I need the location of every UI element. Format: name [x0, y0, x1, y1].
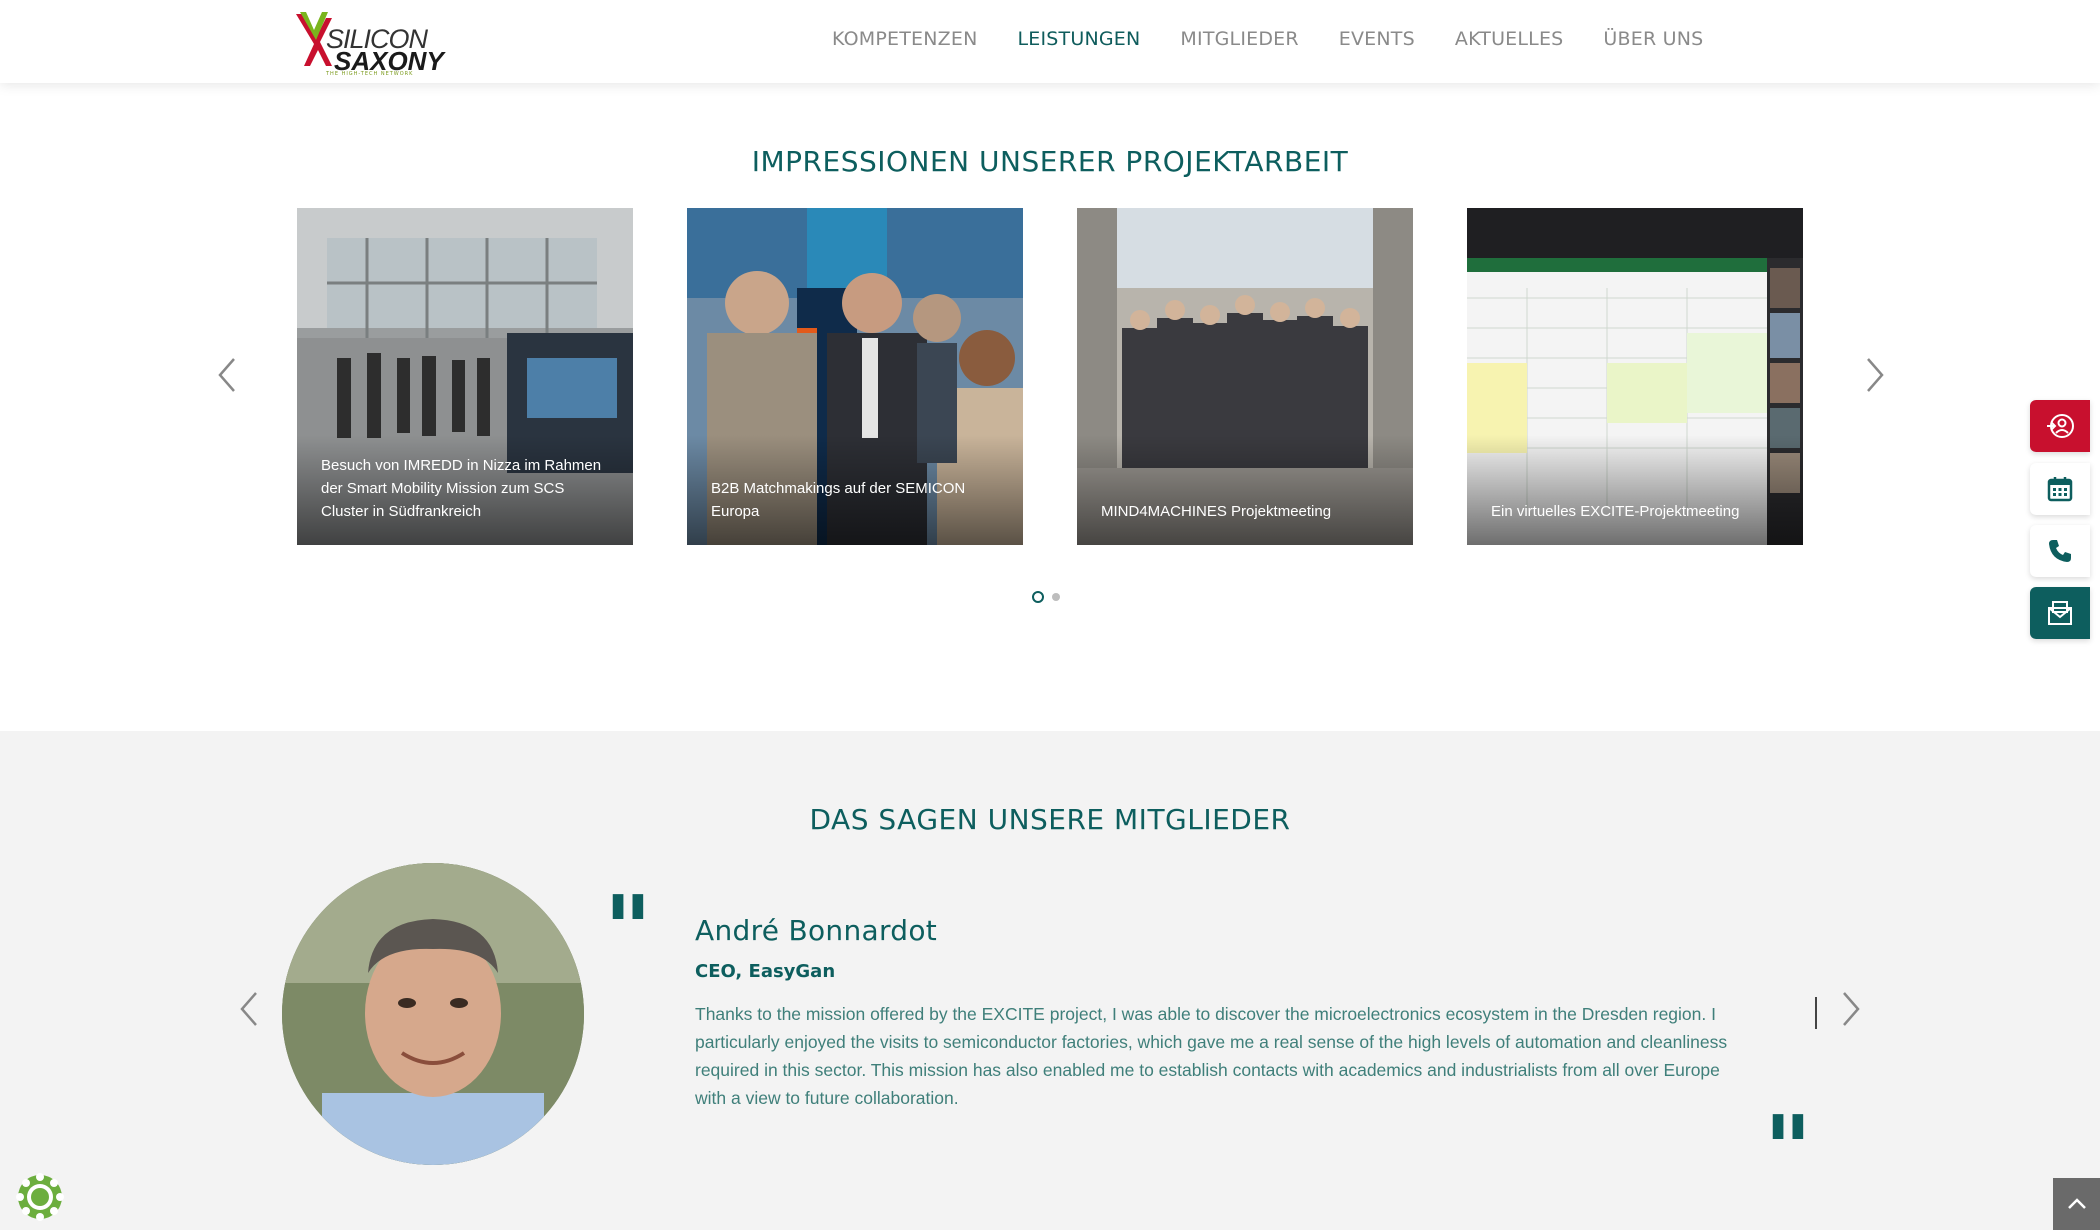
chevron-up-icon [2067, 1198, 2086, 1209]
quote-open-icon: " [604, 875, 652, 983]
cookie-settings-button[interactable] [15, 1172, 65, 1222]
nav-mitglieder[interactable]: MITGLIEDER [1180, 28, 1298, 50]
nav-events[interactable]: EVENTS [1339, 28, 1415, 50]
projects-section: IMPRESSIONEN UNSERER PROJEKTARBEIT Besuc… [0, 83, 2100, 731]
testimonial-prev-button[interactable] [234, 989, 264, 1029]
chevron-left-icon [218, 358, 235, 392]
site-header: SILICON SAXONY THE HIGH-TECH NETWORK KOM… [0, 0, 2100, 83]
phone-contact-button[interactable] [2030, 525, 2090, 577]
testimonial-next-button[interactable] [1836, 989, 1866, 1029]
events-calendar-button[interactable] [2030, 463, 2090, 515]
testimonial-divider [1815, 997, 1817, 1029]
main-nav: KOMPETENZEN LEISTUNGEN MITGLIEDER EVENTS… [832, 28, 1743, 50]
gallery-card[interactable]: Ein virtuelles EXCITE-Projektmeeting [1467, 208, 1803, 545]
quote-close-icon: " [1764, 1095, 1812, 1203]
login-icon [2047, 414, 2074, 438]
gallery-prev-button[interactable] [212, 355, 242, 395]
card-caption: Besuch von IMREDD in Nizza im Rahmen der… [321, 457, 602, 520]
project-gallery: Besuch von IMREDD in Nizza im Rahmen der… [297, 208, 1803, 545]
card-caption: Ein virtuelles EXCITE-Projektmeeting [1491, 503, 1740, 520]
phone-icon [2049, 540, 2071, 562]
logo-tagline: THE HIGH-TECH NETWORK [326, 71, 414, 77]
cookie-icon [16, 1173, 64, 1221]
projects-title: IMPRESSIONEN UNSERER PROJEKTARBEIT [751, 145, 1349, 178]
testimonials-title: DAS SAGEN UNSERE MITGLIEDER [809, 803, 1291, 836]
nav-aktuelles[interactable]: AKTUELLES [1455, 28, 1564, 50]
testimonial-text: Thanks to the mission offered by the EXC… [695, 1004, 1728, 1108]
card-caption: MIND4MACHINES Projektmeeting [1101, 503, 1332, 520]
member-login-button[interactable] [2030, 400, 2090, 452]
gallery-pagination [1032, 591, 1060, 603]
back-to-top-button[interactable] [2053, 1178, 2100, 1230]
pagination-dot[interactable] [1052, 593, 1060, 601]
chevron-right-icon [1867, 358, 1884, 392]
nav-ueber-uns[interactable]: ÜBER UNS [1603, 28, 1703, 50]
testimonials-section: DAS SAGEN UNSERE MITGLIEDER " André Bonn… [0, 731, 2100, 1230]
card-shade [1077, 435, 1413, 545]
chevron-left-icon [240, 992, 257, 1026]
testimonial-name: André Bonnardot [695, 914, 938, 947]
card-shade [1467, 435, 1803, 545]
pagination-dot-active[interactable] [1032, 591, 1044, 603]
calendar-icon [2047, 477, 2073, 502]
gallery-card[interactable]: Besuch von IMREDD in Nizza im Rahmen der… [297, 208, 633, 545]
mail-icon [2048, 601, 2072, 625]
testimonial-role: CEO, EasyGan [695, 961, 836, 982]
gallery-next-button[interactable] [1860, 355, 1890, 395]
newsletter-button[interactable] [2030, 587, 2090, 639]
gallery-card[interactable]: MIND4MACHINES Projektmeeting [1077, 208, 1413, 545]
portrait-image [282, 863, 584, 1165]
gallery-card[interactable]: B2B Matchmakings auf der SEMICON Europa [687, 208, 1023, 545]
member-avatar [282, 863, 584, 1165]
card-caption: B2B Matchmakings auf der SEMICON Europa [711, 480, 966, 520]
site-logo[interactable]: SILICON SAXONY THE HIGH-TECH NETWORK [290, 4, 444, 78]
chevron-right-icon [1843, 992, 1860, 1026]
nav-leistungen[interactable]: LEISTUNGEN [1018, 28, 1141, 50]
nav-kompetenzen[interactable]: KOMPETENZEN [832, 28, 978, 50]
